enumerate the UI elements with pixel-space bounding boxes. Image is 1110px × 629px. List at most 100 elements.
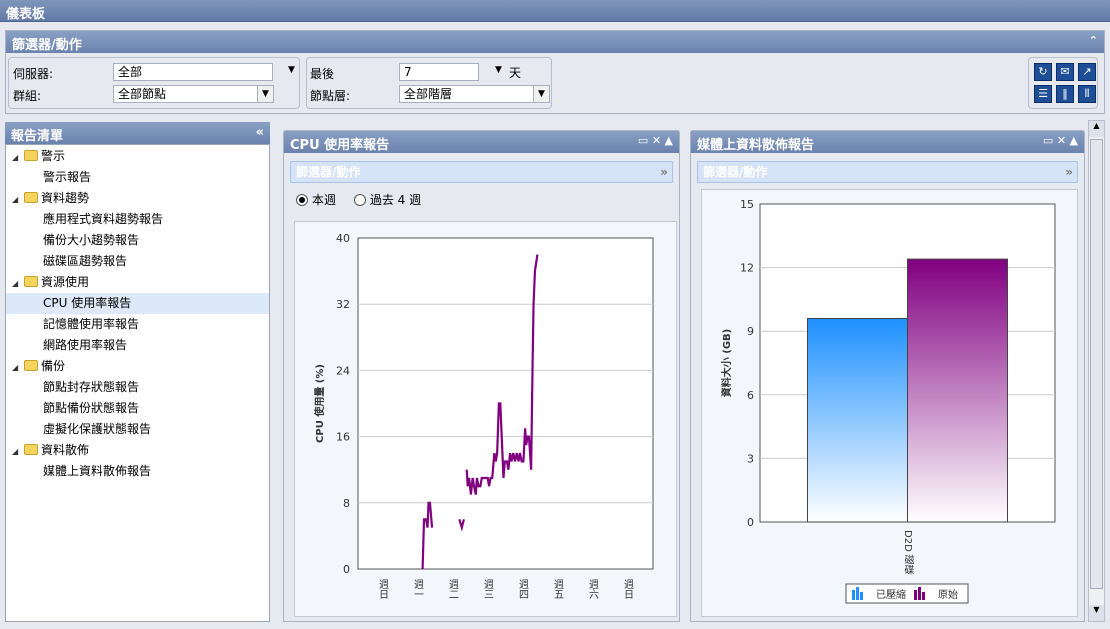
x-tick-label: 週六 bbox=[587, 579, 599, 599]
report-item[interactable]: 虛擬化保護狀態報告 bbox=[6, 419, 269, 440]
report-item[interactable]: 網路使用率報告 bbox=[6, 335, 269, 356]
x-tick-label: 週五 bbox=[552, 579, 564, 599]
expand-triangle-icon[interactable]: ◢ bbox=[12, 357, 24, 378]
media-panel-title: 媒體上資料散佈報告 bbox=[697, 138, 815, 153]
group-select[interactable]: 全部節點 bbox=[113, 85, 258, 103]
scroll-up-icon[interactable]: ▲ bbox=[1089, 121, 1104, 137]
media-filter-bar: 篩選器/動作 » bbox=[697, 161, 1078, 183]
vertical-scrollbar[interactable]: ▲ ▼ bbox=[1088, 120, 1105, 622]
expand-triangle-icon[interactable]: ◢ bbox=[12, 441, 24, 462]
folder-icon bbox=[24, 444, 38, 455]
radio-last-4-label: 過去 4 週 bbox=[369, 193, 422, 207]
scroll-thumb[interactable] bbox=[1090, 139, 1103, 589]
layout-3-column-icon[interactable]: ⦀ bbox=[1078, 85, 1096, 103]
week-radio-group: 本週 過去 4 週 bbox=[296, 191, 421, 208]
last-label: 最後 bbox=[310, 67, 335, 81]
action-toolbar: ↻ ✉ ↗ ☰ ‖ ⦀ bbox=[1028, 57, 1098, 109]
cpu-panel-title: CPU 使用率報告 bbox=[290, 138, 390, 153]
cpu-panel-header: CPU 使用率報告 ▭ ✕ ▲ bbox=[284, 131, 679, 153]
group-label: 群組: bbox=[13, 89, 42, 103]
server-group-box: 伺服器: 全部 ▼ 群組: 全部節點 ▼ bbox=[8, 57, 300, 109]
title-bar: 儀表板 bbox=[0, 0, 1110, 22]
tree-folder[interactable]: ◢ 資料散佈 bbox=[6, 440, 269, 461]
filters-header: 篩選器/動作 ⌃ bbox=[6, 31, 1104, 53]
collapse-icon[interactable]: ▲ bbox=[1070, 134, 1078, 147]
email-icon[interactable]: ✉ bbox=[1056, 63, 1074, 81]
tree-folder[interactable]: ◢ 資源使用 bbox=[6, 272, 269, 293]
close-icon[interactable]: ✕ bbox=[652, 134, 661, 147]
report-item[interactable]: 節點封存狀態報告 bbox=[6, 377, 269, 398]
y-axis-label: 資料大小 (GB) bbox=[720, 329, 733, 397]
report-item[interactable]: 媒體上資料散佈報告 bbox=[6, 461, 269, 482]
close-icon[interactable]: ✕ bbox=[1057, 134, 1066, 147]
scroll-down-icon[interactable]: ▼ bbox=[1089, 605, 1104, 621]
legend-label: 原始 bbox=[938, 588, 958, 601]
collapse-icon[interactable]: ▲ bbox=[665, 134, 673, 147]
folder-icon bbox=[24, 360, 38, 371]
tree-folder[interactable]: ◢ 資料趨勢 bbox=[6, 188, 269, 209]
tree-folder[interactable]: ◢ 備份 bbox=[6, 356, 269, 377]
radio-unchecked-icon[interactable] bbox=[353, 194, 366, 206]
legend-bar-icon bbox=[918, 587, 921, 600]
legend-label: 已壓縮 bbox=[876, 588, 906, 601]
report-list-panel: 報告清單 « ◢ 警示 警示報告 ◢ 資料趨勢 應用程式資料趨勢報告 備份大小趨勢報告 磁碟區趨… bbox=[5, 122, 270, 622]
tier-dropdown-icon[interactable]: ▼ bbox=[533, 85, 550, 103]
export-icon[interactable]: ↗ bbox=[1078, 63, 1096, 81]
expand-down-icon[interactable]: » bbox=[660, 162, 672, 182]
y-tick-label: 0 bbox=[343, 563, 350, 576]
legend-bar-icon bbox=[922, 592, 925, 600]
radio-this-week[interactable]: 本週 bbox=[296, 193, 336, 207]
report-item[interactable]: 警示報告 bbox=[6, 167, 269, 188]
y-tick-label: 3 bbox=[747, 452, 754, 465]
server-select[interactable]: 全部 bbox=[113, 63, 273, 81]
report-item[interactable]: 記憶體使用率報告 bbox=[6, 314, 269, 335]
radio-last-4-weeks[interactable]: 過去 4 週 bbox=[353, 193, 422, 207]
legend-bar-icon bbox=[856, 587, 859, 600]
collapse-left-icon[interactable]: « bbox=[256, 125, 264, 140]
tree-folder[interactable]: ◢ 警示 bbox=[6, 146, 269, 167]
x-tick-label: 週三 bbox=[482, 579, 494, 599]
x-tick-label: 週四 bbox=[517, 579, 529, 599]
report-item[interactable]: 磁碟區趨勢報告 bbox=[6, 251, 269, 272]
layout-1-column-icon[interactable]: ☰ bbox=[1034, 85, 1052, 103]
maximize-icon[interactable]: ▭ bbox=[638, 134, 648, 147]
expand-triangle-icon[interactable]: ◢ bbox=[12, 273, 24, 294]
media-distribution-chart: 0 3 6 9 12 15 D2D 磁碟 資料大小 (GB) 已壓縮 原始 bbox=[720, 198, 1056, 604]
y-tick-label: 40 bbox=[336, 232, 350, 245]
media-report-panel: 媒體上資料散佈報告 ▭ ✕ ▲ 篩選器/動作 » 0 3 6 9 12 15 D2D 磁碟 資料大… bbox=[690, 130, 1085, 622]
folder-icon bbox=[24, 276, 38, 287]
y-axis-label: CPU 使用量 (%) bbox=[313, 364, 326, 443]
y-tick-label: 32 bbox=[336, 298, 350, 311]
expand-down-icon[interactable]: » bbox=[1065, 162, 1077, 182]
y-tick-label: 24 bbox=[336, 364, 350, 377]
report-item[interactable]: CPU 使用率報告 bbox=[6, 293, 269, 314]
server-label: 伺服器: bbox=[13, 67, 54, 81]
radio-checked-icon[interactable] bbox=[296, 194, 308, 206]
tier-select[interactable]: 全部階層 bbox=[399, 85, 534, 103]
days-dropdown-icon[interactable]: ▼ bbox=[495, 65, 502, 75]
media-panel-header: 媒體上資料散佈報告 ▭ ✕ ▲ bbox=[691, 131, 1084, 153]
app-title: 儀表板 bbox=[6, 7, 46, 22]
days-input[interactable]: 7 bbox=[399, 63, 479, 81]
report-item[interactable]: 節點備份狀態報告 bbox=[6, 398, 269, 419]
report-item[interactable]: 應用程式資料趨勢報告 bbox=[6, 209, 269, 230]
maximize-icon[interactable]: ▭ bbox=[1043, 134, 1053, 147]
days-label: 天 bbox=[509, 66, 522, 80]
collapse-up-icon[interactable]: ⌃ bbox=[1089, 34, 1098, 47]
tier-label: 節點層: bbox=[310, 89, 351, 103]
report-item[interactable]: 備份大小趨勢報告 bbox=[6, 230, 269, 251]
server-dropdown-icon[interactable]: ▼ bbox=[288, 65, 295, 75]
expand-triangle-icon[interactable]: ◢ bbox=[12, 189, 24, 210]
media-chart-area: 0 3 6 9 12 15 D2D 磁碟 資料大小 (GB) 已壓縮 原始 bbox=[701, 189, 1078, 617]
cpu-filter-title: 篩選器/動作 bbox=[296, 165, 361, 179]
cpu-usage-chart: 0 8 16 24 32 40 週日 週一 週二 週三 週四 週五 週六 週日 CPU 使用量 (%) bbox=[313, 232, 654, 599]
filters-title: 篩選器/動作 bbox=[12, 38, 82, 53]
folder-label: 備份 bbox=[41, 359, 66, 373]
group-dropdown-icon[interactable]: ▼ bbox=[257, 85, 274, 103]
y-tick-label: 16 bbox=[336, 431, 350, 444]
refresh-icon[interactable]: ↻ bbox=[1034, 63, 1052, 81]
expand-triangle-icon[interactable]: ◢ bbox=[12, 147, 24, 168]
layout-2-column-icon[interactable]: ‖ bbox=[1056, 85, 1074, 103]
cpu-chart-area: 0 8 16 24 32 40 週日 週一 週二 週三 週四 週五 週六 週日 CPU 使用量 (%) bbox=[294, 221, 677, 617]
legend-bar-icon bbox=[852, 590, 855, 600]
